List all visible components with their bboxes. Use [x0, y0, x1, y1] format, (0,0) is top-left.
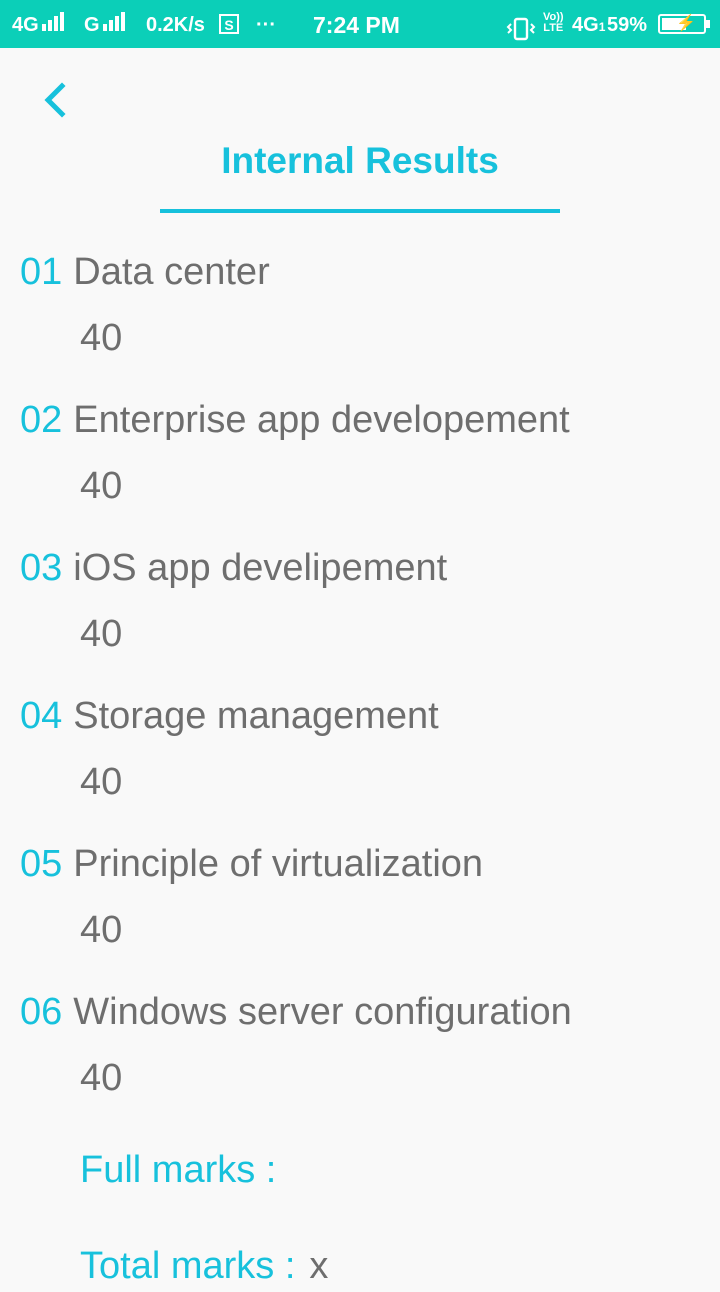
subject-heading: 03 iOS app develipement	[20, 542, 447, 594]
full-marks-row: Full marks :	[80, 1144, 290, 1196]
subject-number: 01	[20, 251, 63, 293]
subject-name: Storage management	[73, 695, 439, 737]
subject-heading: 05 Principle of virtualization	[20, 838, 483, 890]
network-type-label: G	[84, 14, 100, 36]
full-marks-label: Full marks :	[80, 1149, 277, 1191]
vibrate-icon	[506, 12, 536, 41]
subject-number: 03	[20, 547, 63, 589]
network-speed: 0.2K/s	[146, 14, 205, 36]
subject-item: 03 iOS app develipement 40	[0, 542, 720, 690]
subject-mark: 40	[80, 613, 123, 655]
volte-bottom-label: LTE	[543, 22, 564, 34]
subject-number: 02	[20, 399, 63, 441]
network-type-label: 4G	[12, 14, 39, 36]
total-marks-value: x	[309, 1245, 329, 1287]
network-indicator-1: 4G	[12, 0, 66, 48]
subject-name: Windows server configuration	[73, 991, 572, 1033]
subject-list: 01 Data center 40 02 Enterprise app develo…	[0, 246, 720, 1134]
subject-heading: 01 Data center	[20, 246, 270, 298]
subject-name: Principle of virtualization	[73, 843, 484, 885]
subject-name: Enterprise app developement	[73, 399, 570, 441]
subject-item: 02 Enterprise app developement 40	[0, 394, 720, 542]
overflow-icon: ···	[256, 14, 276, 36]
battery-percent: 59%	[607, 14, 648, 36]
subject-item: 01 Data center 40	[0, 246, 720, 394]
subject-number: 05	[20, 843, 63, 885]
total-marks-row: Total marks : x	[80, 1240, 328, 1292]
back-button[interactable]	[30, 74, 80, 124]
sim-slot-label: 1	[598, 20, 606, 34]
subject-item: 05 Principle of virtualization 40	[0, 838, 720, 986]
network-type-label: 4G	[572, 14, 599, 36]
network-indicator-2: G	[84, 0, 127, 48]
clock: 7:24 PM	[313, 12, 400, 38]
status-bar: 4G G 0.2K/s S ··· 7:24 PM Vo)) LTE 4G1 5…	[0, 0, 720, 48]
subject-heading: 04 Storage management	[20, 690, 439, 742]
page-title: Internal Results	[221, 140, 499, 181]
subject-mark: 40	[80, 1057, 123, 1099]
subject-mark: 40	[80, 317, 123, 359]
subject-heading: 02 Enterprise app developement	[20, 394, 570, 446]
sim-icon: S	[219, 14, 239, 34]
title-underline	[160, 209, 560, 213]
battery-cap	[706, 20, 710, 28]
subject-number: 04	[20, 695, 63, 737]
signal-bars-icon	[102, 0, 127, 50]
subject-item: 04 Storage management 40	[0, 690, 720, 838]
charging-bolt-icon: ⚡	[676, 15, 696, 32]
subject-mark: 40	[80, 909, 123, 951]
total-marks-label: Total marks :	[80, 1245, 296, 1287]
signal-bars-icon	[41, 0, 66, 50]
chevron-left-icon	[44, 82, 66, 118]
subject-name: iOS app develipement	[73, 547, 448, 589]
subject-name: Data center	[73, 251, 270, 293]
subject-item: 06 Windows server configuration 40	[0, 986, 720, 1134]
subject-heading: 06 Windows server configuration	[20, 986, 572, 1038]
subject-mark: 40	[80, 761, 123, 803]
subject-number: 06	[20, 991, 63, 1033]
volte-icon: Vo)) LTE	[543, 12, 564, 36]
battery-icon: ⚡	[658, 14, 710, 34]
network-indicator-3: 4G1	[572, 0, 605, 48]
subject-mark: 40	[80, 465, 123, 507]
